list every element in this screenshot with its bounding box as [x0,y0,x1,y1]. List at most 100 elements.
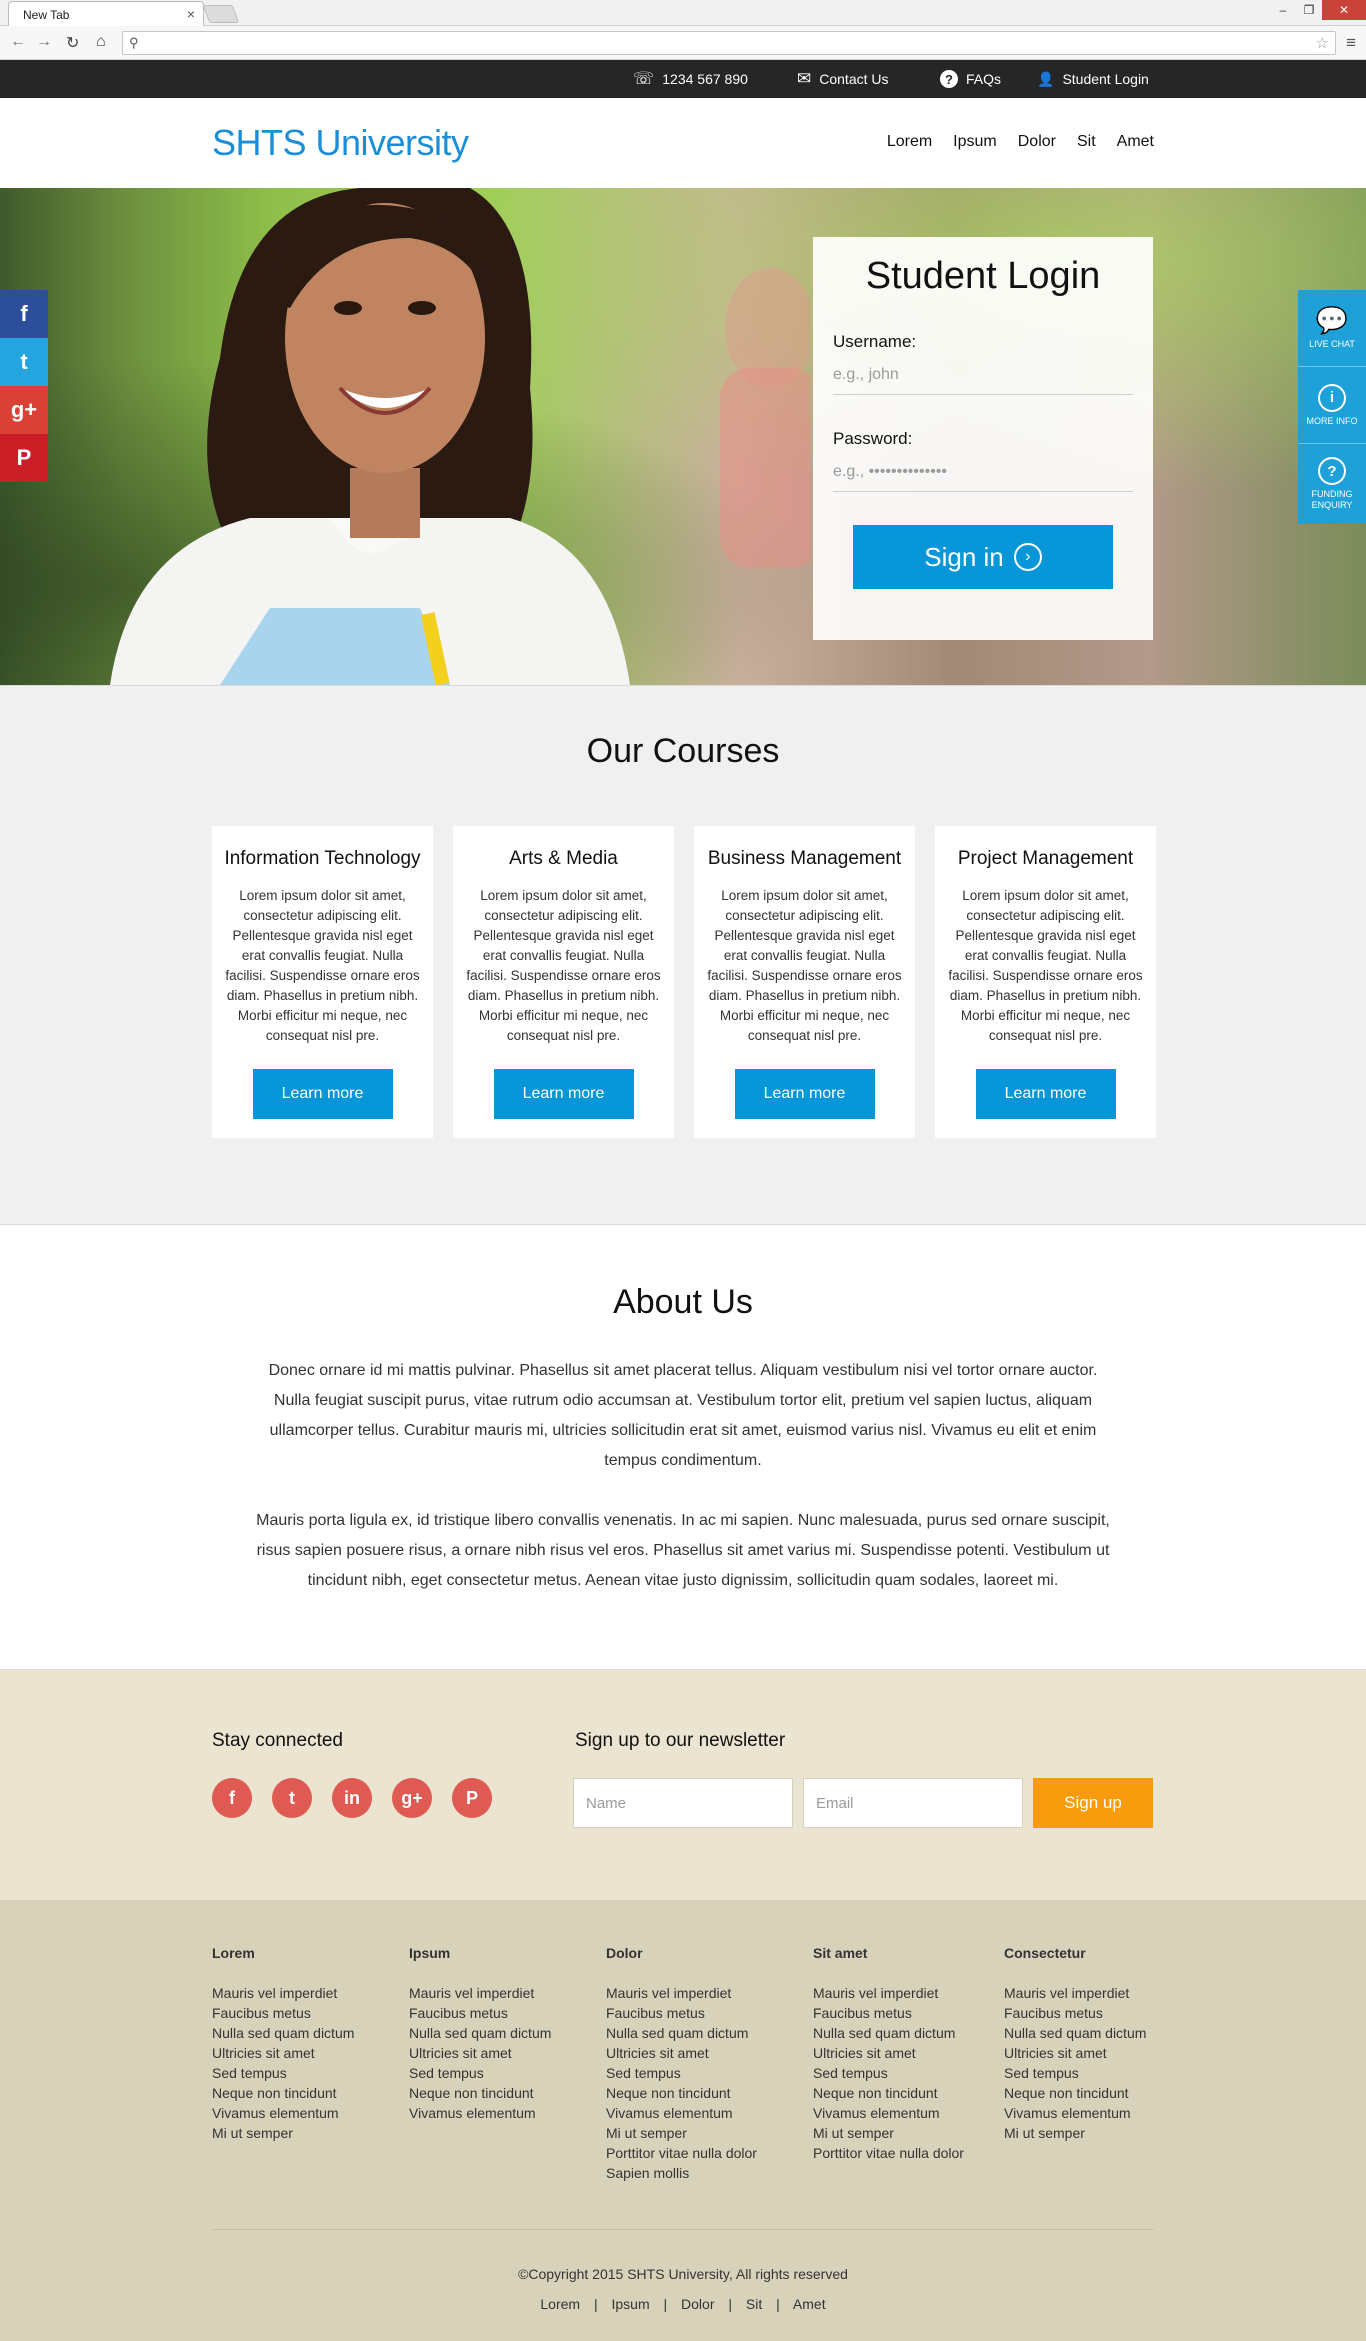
footer-link[interactable]: Neque non tincidunt [1004,2083,1146,2103]
footer-link[interactable]: Mauris vel imperdiet [1004,1983,1146,2003]
footer-link[interactable]: Faucibus metus [606,2003,757,2023]
name-input[interactable] [573,1778,793,1828]
nav-item[interactable]: Sit [1077,133,1096,151]
googleplus-icon[interactable]: g+ [392,1778,432,1818]
footer-link[interactable]: Porttitor vitae nulla dolor [813,2143,964,2163]
topbar-faqs[interactable]: ? FAQs [940,60,1001,98]
maximize-icon[interactable]: ❐ [1296,0,1322,20]
bookmark-star-icon[interactable]: ☆ [1316,34,1329,52]
footer-link[interactable]: Ultricies sit amet [409,2043,551,2063]
browser-tab[interactable]: New Tab × [8,1,204,26]
facebook-icon[interactable]: f [212,1778,252,1818]
address-bar[interactable]: ⚲ ☆ [122,31,1336,55]
footer-link[interactable]: Vivamus elementum [813,2103,964,2123]
new-tab-button[interactable] [202,5,240,23]
course-description: Lorem ipsum dolor sit amet, consectetur … [707,888,902,1043]
topbar-phone[interactable]: ☏ 1234 567 890 [633,60,748,98]
footer-link[interactable]: Faucibus metus [1004,2003,1146,2023]
footer-link[interactable]: Vivamus elementum [606,2103,757,2123]
footer-link[interactable]: Mi ut semper [813,2123,964,2143]
linkedin-icon[interactable]: in [332,1778,372,1818]
footer-link[interactable]: Mi ut semper [212,2123,354,2143]
pinterest-icon[interactable]: P [452,1778,492,1818]
footer-link[interactable]: Mauris vel imperdiet [606,1983,757,2003]
footer-link[interactable]: Faucibus metus [409,2003,551,2023]
footer-link[interactable]: Vivamus elementum [212,2103,354,2123]
footer-nav-item[interactable]: Amet [793,2296,826,2312]
footer-nav-item[interactable]: Dolor [681,2296,714,2312]
footer-link[interactable]: Vivamus elementum [409,2103,551,2123]
footer-link[interactable]: Ultricies sit amet [212,2043,354,2063]
footer-link[interactable]: Faucibus metus [212,2003,354,2023]
learn-more-button[interactable]: Learn more [734,1069,875,1119]
back-icon[interactable]: ← [10,33,26,51]
googleplus-icon[interactable]: g+ [0,386,48,434]
forward-icon[interactable]: → [36,33,52,51]
facebook-icon[interactable]: f [0,290,48,338]
window-close-icon[interactable]: ✕ [1322,0,1366,20]
nav-item[interactable]: Dolor [1018,133,1056,151]
footer-link[interactable]: Neque non tincidunt [409,2083,551,2103]
footer-nav-item[interactable]: Ipsum [611,2296,649,2312]
sign-up-button[interactable]: Sign up [1033,1778,1153,1828]
footer-link[interactable]: Neque non tincidunt [606,2083,757,2103]
home-icon[interactable]: ⌂ [96,33,106,51]
footer-link[interactable]: Sed tempus [1004,2063,1146,2083]
nav-item[interactable]: Ipsum [953,133,997,151]
browser-menu-icon[interactable]: ≡ [1346,33,1356,53]
password-input[interactable] [833,449,1133,492]
reload-icon[interactable]: ↻ [66,33,79,53]
footer-column-title: Ipsum [409,1945,451,1961]
footer-link[interactable]: Mauris vel imperdiet [212,1983,354,2003]
footer-link[interactable]: Sed tempus [606,2063,757,2083]
footer-column: Lorem Mauris vel imperdiet Faucibus metu… [212,1945,354,2143]
faqs-link: FAQs [966,71,1002,87]
browser-toolbar: ← → ↻ ⌂ ⚲ ☆ ≡ [0,26,1366,60]
username-input[interactable] [833,352,1133,395]
footer-link[interactable]: Neque non tincidunt [813,2083,964,2103]
footer-link[interactable]: Mauris vel imperdiet [409,1983,551,2003]
footer-link[interactable]: Sed tempus [212,2063,354,2083]
footer-link[interactable]: Mi ut semper [1004,2123,1146,2143]
footer-link[interactable]: Nulla sed quam dictum [1004,2023,1146,2043]
footer-link[interactable]: Nulla sed quam dictum [409,2023,551,2043]
footer-link[interactable]: Sapien mollis [606,2163,757,2183]
twitter-icon[interactable]: t [272,1778,312,1818]
footer-link[interactable]: Nulla sed quam dictum [212,2023,354,2043]
learn-more-button[interactable]: Learn more [493,1069,634,1119]
footer-link[interactable]: Nulla sed quam dictum [606,2023,757,2043]
funding-enquiry-button[interactable]: ? FUNDING ENQUIRY [1298,444,1366,524]
footer-nav-item[interactable]: Sit [746,2296,762,2312]
minimize-icon[interactable]: – [1270,0,1296,20]
course-title: Business Management [707,848,902,869]
footer-link[interactable]: Sed tempus [813,2063,964,2083]
nav-item[interactable]: Amet [1117,133,1154,151]
footer-link[interactable]: Ultricies sit amet [813,2043,964,2063]
footer-link[interactable]: Vivamus elementum [1004,2103,1146,2123]
footer-nav-item[interactable]: Lorem [540,2296,580,2312]
topbar-login[interactable]: 👤 Student Login [1037,60,1149,98]
footer-link[interactable]: Faucibus metus [813,2003,964,2023]
about-paragraph: Mauris porta ligula ex, id tristique lib… [256,1512,1110,1589]
footer-link[interactable]: Porttitor vitae nulla dolor [606,2143,757,2163]
footer-link[interactable]: Mi ut semper [606,2123,757,2143]
nav-item[interactable]: Lorem [887,133,932,151]
footer-link[interactable]: Neque non tincidunt [212,2083,354,2103]
footer-link[interactable]: Ultricies sit amet [1004,2043,1146,2063]
footer-link[interactable]: Nulla sed quam dictum [813,2023,964,2043]
sign-in-button[interactable]: Sign in › [853,525,1113,589]
footer-link[interactable]: Mauris vel imperdiet [813,1983,964,2003]
twitter-icon[interactable]: t [0,338,48,386]
footer-link[interactable]: Ultricies sit amet [606,2043,757,2063]
pinterest-icon[interactable]: P [0,434,48,482]
footer-link[interactable]: Sed tempus [409,2063,551,2083]
learn-more-button[interactable]: Learn more [975,1069,1116,1119]
topbar-contact[interactable]: ✉ Contact Us [797,60,889,98]
live-chat-button[interactable]: 💬 LIVE CHAT [1298,290,1366,367]
learn-more-button[interactable]: Learn more [252,1069,393,1119]
site-logo[interactable]: SHTS University [212,122,469,164]
tab-close-icon[interactable]: × [187,6,195,22]
email-input[interactable] [803,1778,1023,1828]
more-info-button[interactable]: i MORE INFO [1298,367,1366,444]
newsletter-form: Sign up [573,1778,1153,1828]
